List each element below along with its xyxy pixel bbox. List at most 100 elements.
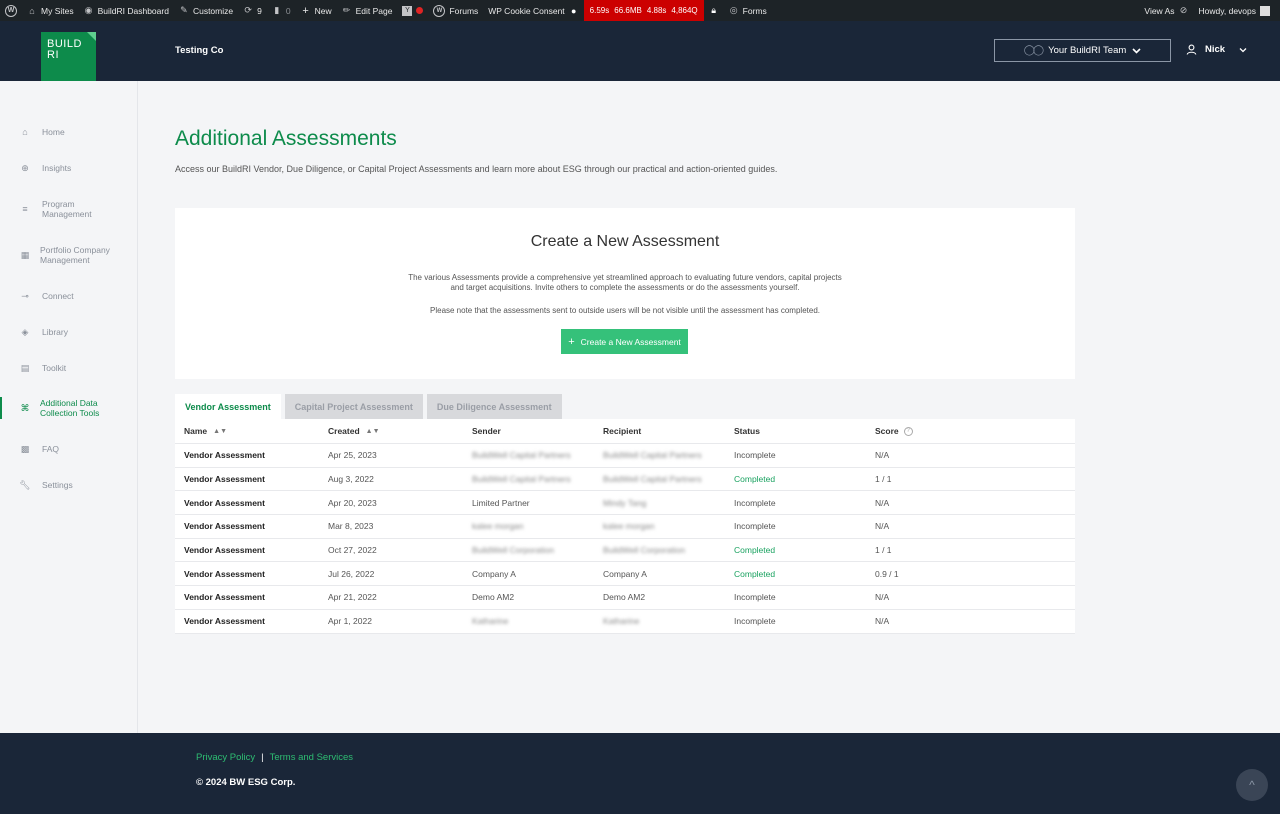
user-menu[interactable]: Nick <box>1186 44 1247 55</box>
sidebar-item-insights[interactable]: ⊕ Insights <box>0 162 137 174</box>
card-description: The various Assessments provide a compre… <box>375 273 875 293</box>
team-icon: ◯◯ <box>1023 45 1044 56</box>
tab-due-diligence-assessment[interactable]: Due Diligence Assessment <box>426 394 562 419</box>
sidebar-item-portfolio-company-management[interactable]: ▦ Portfolio Company Management <box>0 244 137 266</box>
wrench-icon: 🔧︎ <box>19 479 31 490</box>
program-icon: ≡ <box>22 204 28 214</box>
cell-sender: BuildWell Corporation <box>472 545 555 556</box>
user-name: Nick <box>1205 44 1226 55</box>
sidebar-item-connect[interactable]: ⊸ Connect <box>0 290 137 302</box>
privacy-policy-link[interactable]: Privacy Policy <box>196 752 255 763</box>
new-label: New <box>314 5 332 16</box>
sidebar-item-library[interactable]: ◈ Library <box>0 326 137 338</box>
view-as-label: View As <box>1144 5 1175 16</box>
cell-score: N/A <box>875 521 890 532</box>
sidebar-item-label: Toolkit <box>42 363 67 373</box>
table-row[interactable]: Vendor Assessment Apr 25, 2023 BuildWell C… <box>175 444 1075 468</box>
globe-icon: ⊕ <box>21 162 29 173</box>
sidebar-item-label: Additional Data Collection Tools <box>40 398 100 418</box>
my-sites-menu[interactable]: ⌂ My Sites <box>22 0 79 21</box>
perf-memory: 66.6MB <box>614 6 642 15</box>
create-assessment-label: Create a New Assessment <box>580 336 681 347</box>
create-assessment-button[interactable]: + Create a New Assessment <box>561 329 688 354</box>
perf-time: 6.59s <box>589 6 610 15</box>
cell-name: Vendor Assessment <box>184 568 265 579</box>
create-assessment-card: Create a New Assessment The various Asse… <box>175 208 1075 379</box>
forums-menu[interactable]: W Forums <box>428 0 483 21</box>
cell-created: Mar 8, 2023 <box>328 521 374 532</box>
edit-page-menu[interactable]: ✏ Edit Page <box>337 0 398 21</box>
cell-recipient: BuildWell Corporation <box>603 545 686 556</box>
forums-icon: W <box>433 4 446 17</box>
sidebar-item-home[interactable]: ⌂ Home <box>0 126 137 138</box>
sidebar-item-toolkit[interactable]: ▤ Toolkit <box>0 362 137 374</box>
cell-created: Oct 27, 2022 <box>328 545 377 556</box>
my-account-menu[interactable]: Howdy, devops <box>1194 0 1280 21</box>
buildri-logo[interactable]: BUILD RI <box>41 32 96 87</box>
dashboard-menu[interactable]: ◉ BuildRI Dashboard <box>79 0 174 21</box>
header-name-label: Name <box>184 426 208 436</box>
lock-menu[interactable]: 🔒︎ <box>704 0 724 21</box>
cell-created: Apr 1, 2022 <box>328 616 372 627</box>
sidebar-item-faq[interactable]: ▩ FAQ <box>0 443 137 455</box>
cookie-consent-menu[interactable]: WP Cookie Consent ● <box>483 0 583 21</box>
sidebar-item-label: FAQ <box>42 444 60 454</box>
forms-icon: ◎ <box>729 5 738 15</box>
cell-recipient: Mindy Tang <box>603 497 647 508</box>
header-name[interactable]: Name ▲▼ <box>184 419 227 443</box>
view-as-menu[interactable]: View As ⊘ <box>1139 0 1193 21</box>
wp-logo-menu[interactable]: W <box>0 0 22 21</box>
query-monitor-menu[interactable]: 6.59s 66.6MB 4.88s 4,864Q <box>583 0 704 21</box>
table-row[interactable]: Vendor Assessment Apr 20, 2023 Limited Par… <box>175 491 1075 516</box>
scroll-to-top-button[interactable]: ^ <box>1236 769 1268 801</box>
command-icon: ⌘ <box>20 402 30 413</box>
chevron-down-icon <box>1132 47 1141 54</box>
new-content-menu[interactable]: + New <box>296 0 337 21</box>
cell-status: Incomplete <box>734 521 776 532</box>
user-icon <box>1186 44 1197 55</box>
table-row[interactable]: Vendor Assessment Oct 27, 2022 BuildWell C… <box>175 539 1075 563</box>
copyright: © 2024 BW ESG Corp. <box>196 777 296 788</box>
forms-menu[interactable]: ◎ Forms <box>724 0 772 21</box>
cell-sender: BuildWell Capital Partners <box>472 474 571 485</box>
table-row[interactable]: Vendor Assessment Apr 1, 2022 Katharine Kat… <box>175 610 1075 634</box>
customize-menu[interactable]: ✎ Customize <box>174 0 238 21</box>
updates-menu[interactable]: ⟳ 9 <box>238 0 267 21</box>
help-icon[interactable]: ? <box>903 426 913 436</box>
chevron-up-icon: ^ <box>1249 778 1255 792</box>
sidebar-item-program-management[interactable]: ≡ Program Management <box>0 198 137 220</box>
tab-vendor-assessment[interactable]: Vendor Assessment <box>175 394 281 419</box>
terms-link[interactable]: Terms and Services <box>270 752 353 763</box>
toolkit-icon: ▤ <box>20 362 30 373</box>
sort-icon: ▲▼ <box>365 427 380 435</box>
cell-score: N/A <box>875 450 890 461</box>
comments-menu[interactable]: ▮ 0 <box>267 0 296 21</box>
team-select[interactable]: ◯◯ Your BuildRI Team <box>994 39 1171 62</box>
header-created[interactable]: Created ▲▼ <box>328 419 380 443</box>
table-row[interactable]: Vendor Assessment Mar 8, 2023 kalee morgan… <box>175 515 1075 539</box>
cell-recipient: kalee morgan <box>603 521 655 532</box>
portfolio-icon: ▦ <box>20 249 30 260</box>
cell-status: Completed <box>734 545 776 556</box>
table-row[interactable]: Vendor Assessment Aug 3, 2022 BuildWell Ca… <box>175 468 1075 492</box>
cell-name: Vendor Assessment <box>184 592 265 603</box>
site-footer: Privacy Policy | Terms and Services © 20… <box>0 733 1280 814</box>
site-header: BUILD RI Testing Co ◯◯ Your BuildRI Team… <box>0 21 1280 87</box>
sidebar-item-label: Library <box>42 327 68 337</box>
sidebar-item-label: Program Management <box>42 199 92 219</box>
cell-recipient: BuildWell Capital Partners <box>603 450 702 461</box>
cell-score: N/A <box>875 592 890 603</box>
assessments-table: Name ▲▼ Created ▲▼ Sender Recipient Status… <box>175 419 1075 634</box>
cell-recipient: Company A <box>603 568 647 579</box>
sidebar-item-additional-data-collection-tools[interactable]: ⌘ Additional Data Collection Tools <box>0 397 137 419</box>
table-row[interactable]: Vendor Assessment Apr 21, 2022 Demo AM2 Dem… <box>175 586 1075 610</box>
table-row[interactable]: Vendor Assessment Jul 26, 2022 Company A Co… <box>175 562 1075 587</box>
header-status: Status <box>734 426 760 436</box>
cell-status: Incomplete <box>734 592 776 603</box>
tab-capital-project-assessment[interactable]: Capital Project Assessment <box>284 394 423 419</box>
cell-name: Vendor Assessment <box>184 545 265 556</box>
header-created-label: Created <box>328 426 360 436</box>
sidebar-item-settings[interactable]: 🔧︎ Settings <box>0 479 137 491</box>
cell-created: Apr 21, 2022 <box>328 592 377 603</box>
yoast-menu[interactable]: Y <box>397 0 428 21</box>
